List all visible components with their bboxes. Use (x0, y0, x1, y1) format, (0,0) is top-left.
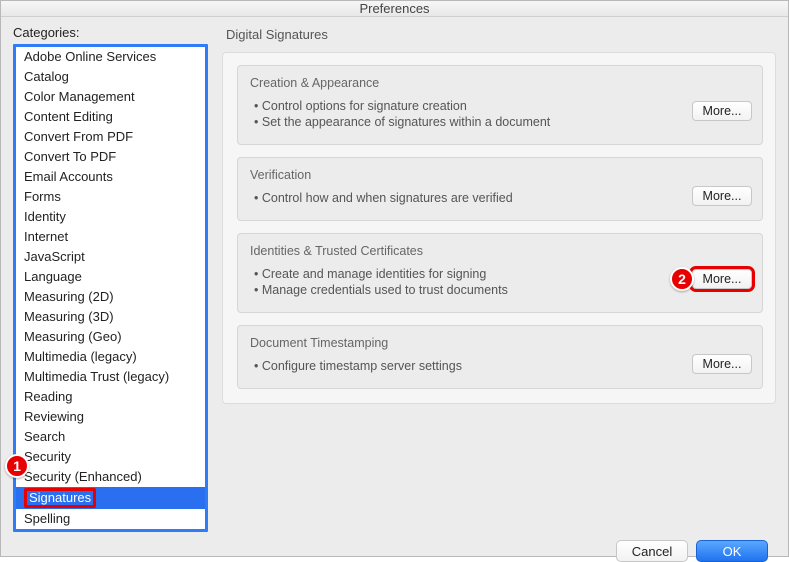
sidebar-item-label: Convert To PDF (24, 149, 116, 164)
sidebar-item-convert-from-pdf[interactable]: Convert From PDF (16, 127, 205, 147)
sidebar-item-multimedia-trust-legacy-[interactable]: Multimedia Trust (legacy) (16, 367, 205, 387)
section-document-timestamping: Document Timestamping Configure timestamp… (237, 325, 763, 389)
sidebar-item-measuring-geo-[interactable]: Measuring (Geo) (16, 327, 205, 347)
sidebar-item-label: Measuring (3D) (24, 309, 114, 324)
sidebar-item-label: Reviewing (24, 409, 84, 424)
sidebar-item-forms[interactable]: Forms (16, 187, 205, 207)
bullet-item: Set the appearance of signatures within … (254, 114, 750, 130)
sidebar-item-identity[interactable]: Identity (16, 207, 205, 227)
sidebar-item-search[interactable]: Search (16, 427, 205, 447)
settings-panel: Creation & Appearance Control options for… (222, 52, 776, 404)
sidebar-item-label: Forms (24, 189, 61, 204)
sidebar-item-label: Adobe Online Services (24, 49, 156, 64)
page-title: Digital Signatures (226, 27, 776, 42)
categories-list[interactable]: Adobe Online Services Catalog Color Manage… (13, 44, 208, 532)
sidebar-item-label: Language (24, 269, 82, 284)
section-bullets: Control how and when signatures are veri… (250, 190, 750, 206)
section-bullets: Control options for signature creationSe… (250, 98, 750, 130)
sidebar-item-javascript[interactable]: JavaScript (16, 247, 205, 267)
sidebar-item-email-accounts[interactable]: Email Accounts (16, 167, 205, 187)
sidebar-item-label: Measuring (2D) (24, 289, 114, 304)
section-title: Verification (250, 168, 750, 182)
sidebar-item-reading[interactable]: Reading (16, 387, 205, 407)
sidebar-item-security[interactable]: Security (16, 447, 205, 467)
sidebar-item-signatures[interactable]: Signatures (16, 487, 205, 509)
sidebar-item-adobe-online-services[interactable]: Adobe Online Services (16, 47, 205, 67)
annotation-marker-1: 1 (5, 454, 29, 478)
sidebar-item-label: Content Editing (24, 109, 113, 124)
window-titlebar: Preferences (1, 1, 788, 17)
sidebar-item-label: Signatures (24, 488, 96, 508)
bullet-item: Configure timestamp server settings (254, 358, 750, 374)
sidebar-item-label: Measuring (Geo) (24, 329, 122, 344)
sidebar-item-language[interactable]: Language (16, 267, 205, 287)
cancel-button[interactable]: Cancel (616, 540, 688, 562)
ok-button[interactable]: OK (696, 540, 768, 562)
sidebar-item-convert-to-pdf[interactable]: Convert To PDF (16, 147, 205, 167)
sidebar-item-label: JavaScript (24, 249, 85, 264)
sidebar-item-security-enhanced-[interactable]: Security (Enhanced) (16, 467, 205, 487)
sidebar-item-label: Reading (24, 389, 72, 404)
sidebar-item-label: Security (Enhanced) (24, 469, 142, 484)
sidebar-item-label: Search (24, 429, 65, 444)
sidebar-item-internet[interactable]: Internet (16, 227, 205, 247)
categories-label: Categories: (13, 25, 208, 40)
section-creation-appearance: Creation & Appearance Control options for… (237, 65, 763, 145)
sidebar-item-label: Multimedia (legacy) (24, 349, 137, 364)
section-verification: Verification Control how and when signatu… (237, 157, 763, 221)
sidebar-item-label: Identity (24, 209, 66, 224)
sidebar-item-label: Security (24, 449, 71, 464)
more-button[interactable]: More... (692, 269, 752, 289)
more-button[interactable]: More... (692, 101, 752, 121)
section-title: Document Timestamping (250, 336, 750, 350)
more-button[interactable]: More... (692, 354, 752, 374)
sidebar-item-multimedia-legacy-[interactable]: Multimedia (legacy) (16, 347, 205, 367)
annotation-marker-2: 2 (670, 267, 694, 291)
section-title: Creation & Appearance (250, 76, 750, 90)
bullet-item: Control options for signature creation (254, 98, 750, 114)
sidebar-item-label: Color Management (24, 89, 135, 104)
window-title: Preferences (359, 1, 429, 16)
dialog-footer: Cancel OK (1, 540, 788, 562)
categories-column: Categories: Adobe Online Services Catalog… (13, 25, 208, 532)
section-title: Identities & Trusted Certificates (250, 244, 750, 258)
sidebar-item-content-editing[interactable]: Content Editing (16, 107, 205, 127)
more-button[interactable]: More... (692, 186, 752, 206)
sidebar-item-measuring-2d-[interactable]: Measuring (2D) (16, 287, 205, 307)
sidebar-item-label: Internet (24, 229, 68, 244)
sidebar-item-measuring-3d-[interactable]: Measuring (3D) (16, 307, 205, 327)
sidebar-item-color-management[interactable]: Color Management (16, 87, 205, 107)
section-bullets: Configure timestamp server settings (250, 358, 750, 374)
sidebar-item-label: Email Accounts (24, 169, 113, 184)
bullet-item: Control how and when signatures are veri… (254, 190, 750, 206)
sidebar-item-catalog[interactable]: Catalog (16, 67, 205, 87)
sidebar-item-reviewing[interactable]: Reviewing (16, 407, 205, 427)
sidebar-item-spelling[interactable]: Spelling (16, 509, 205, 529)
sidebar-item-label: Convert From PDF (24, 129, 133, 144)
sidebar-item-label: Catalog (24, 69, 69, 84)
sidebar-item-label: Spelling (24, 511, 70, 526)
sidebar-item-label: Multimedia Trust (legacy) (24, 369, 169, 384)
